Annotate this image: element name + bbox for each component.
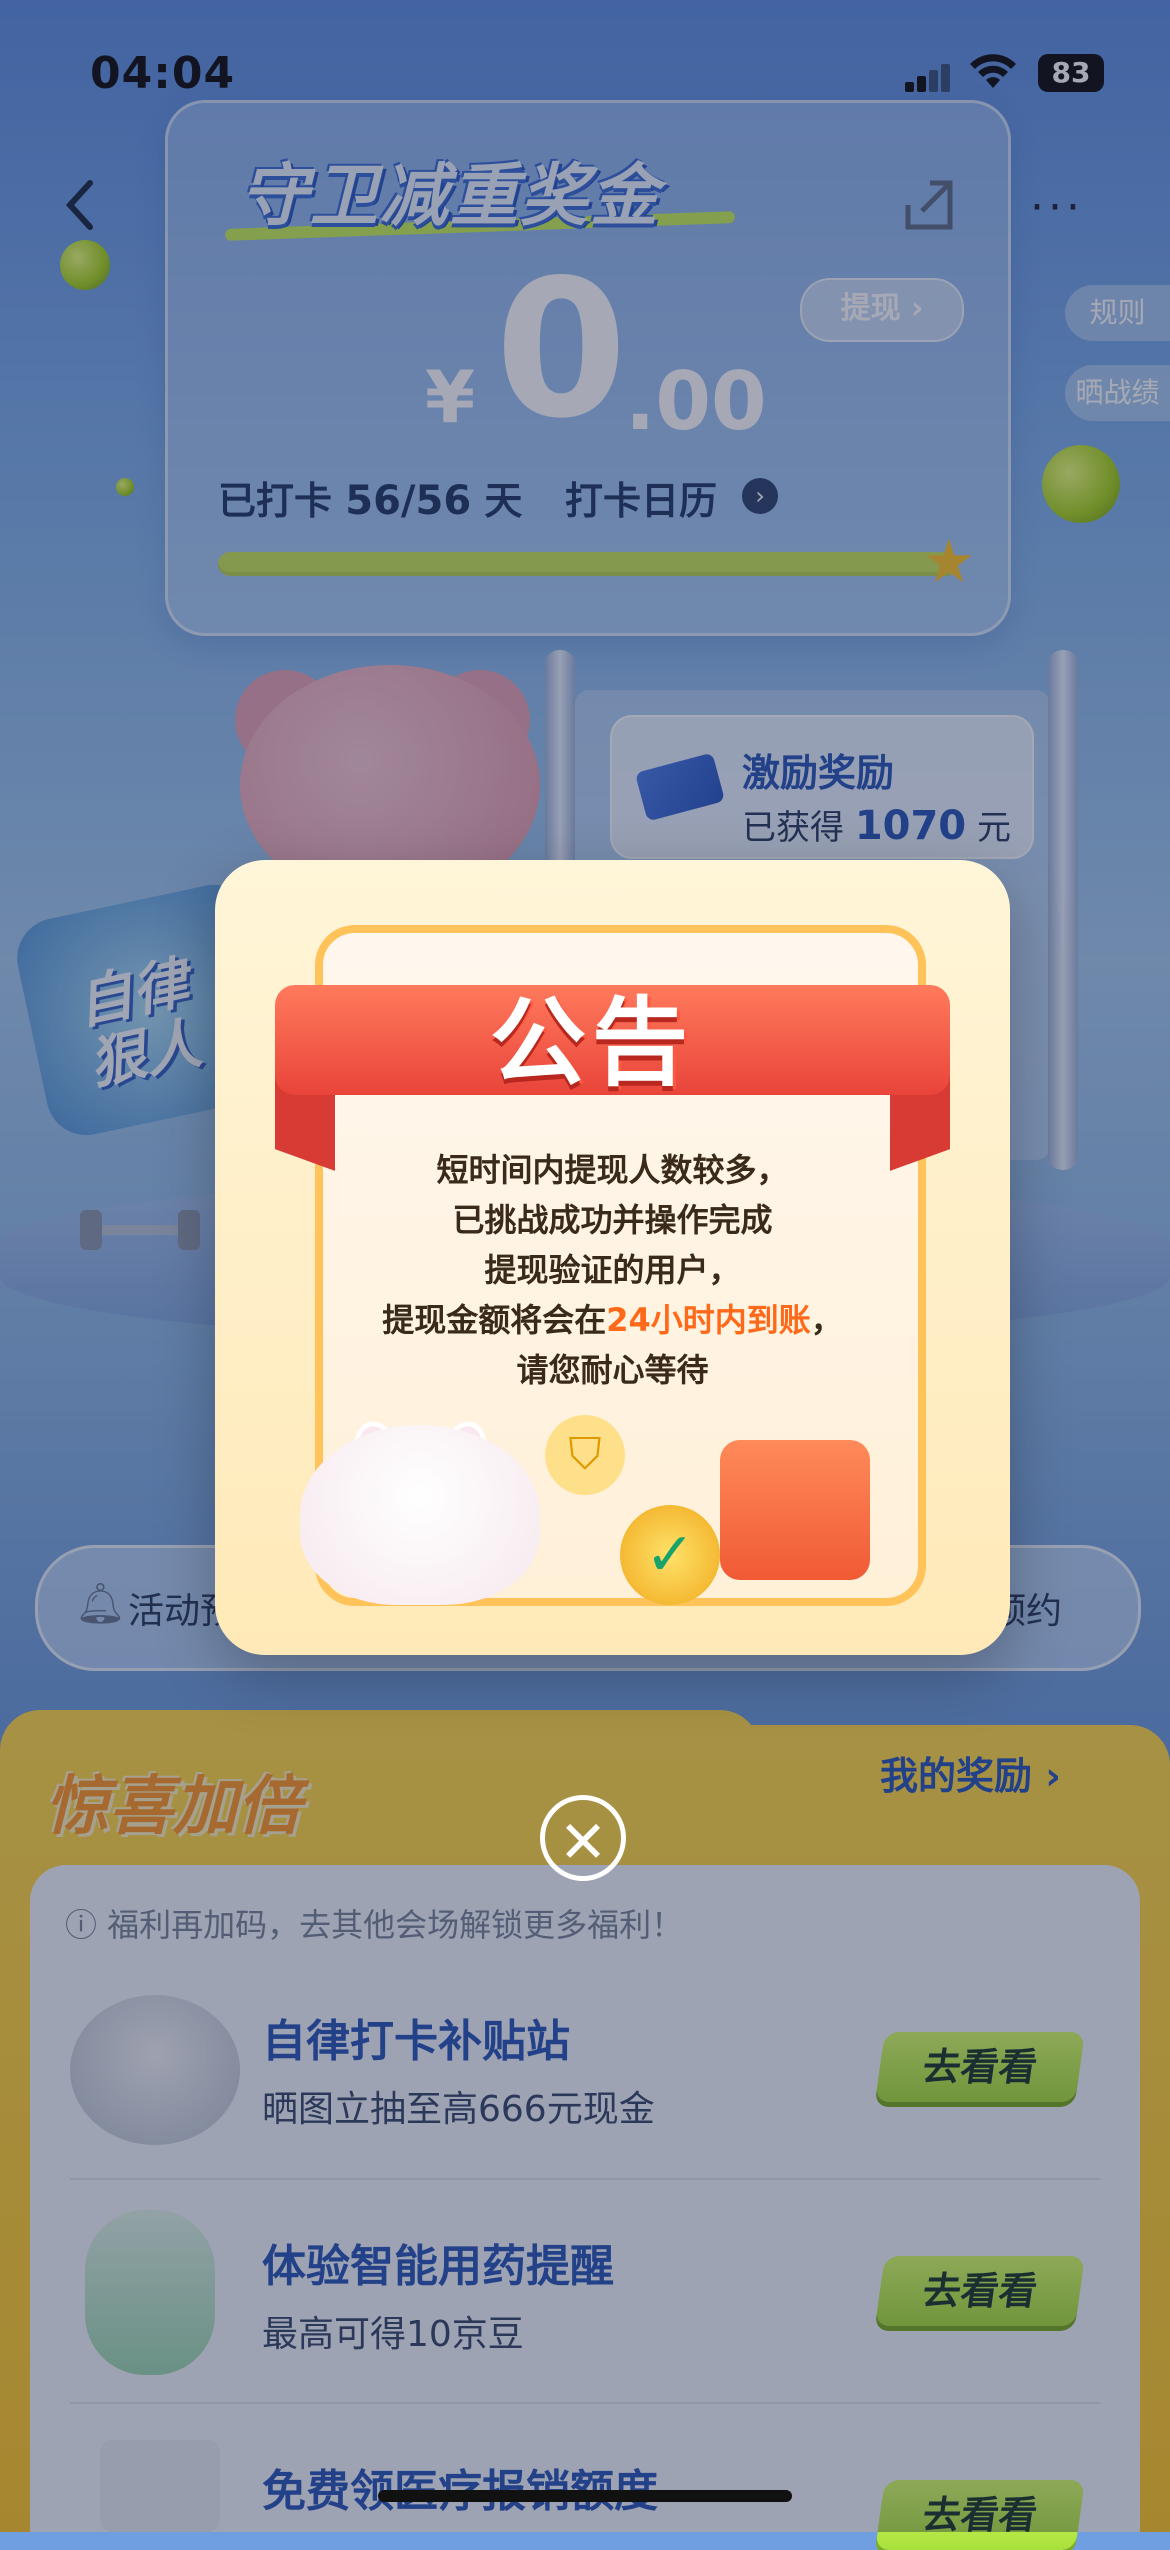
announcement-line: 已挑战成功并操作完成 xyxy=(452,1201,773,1239)
announcement-text: 提现金额将会在 xyxy=(382,1301,607,1339)
wallet-icon xyxy=(720,1440,870,1580)
close-icon[interactable]: ✕ xyxy=(540,1795,626,1881)
announcement-line: 请您耐心等待 xyxy=(516,1351,709,1389)
home-indicator xyxy=(378,2490,792,2502)
bunny-mascot xyxy=(300,1425,540,1605)
check-coin-icon: ✓ xyxy=(620,1505,720,1605)
announcement-highlight: 24小时内到账 xyxy=(606,1301,811,1339)
announcement-text: ， xyxy=(810,1301,843,1339)
announcement-line: 提现验证的用户， xyxy=(484,1251,741,1289)
shield-icon: ⛉ xyxy=(545,1415,625,1495)
announcement-line: 短时间内提现人数较多， xyxy=(436,1151,789,1189)
announcement-line: 提现金额将会在24小时内到账， xyxy=(315,1295,910,1341)
announcement-title: 公告 xyxy=(490,987,694,1099)
